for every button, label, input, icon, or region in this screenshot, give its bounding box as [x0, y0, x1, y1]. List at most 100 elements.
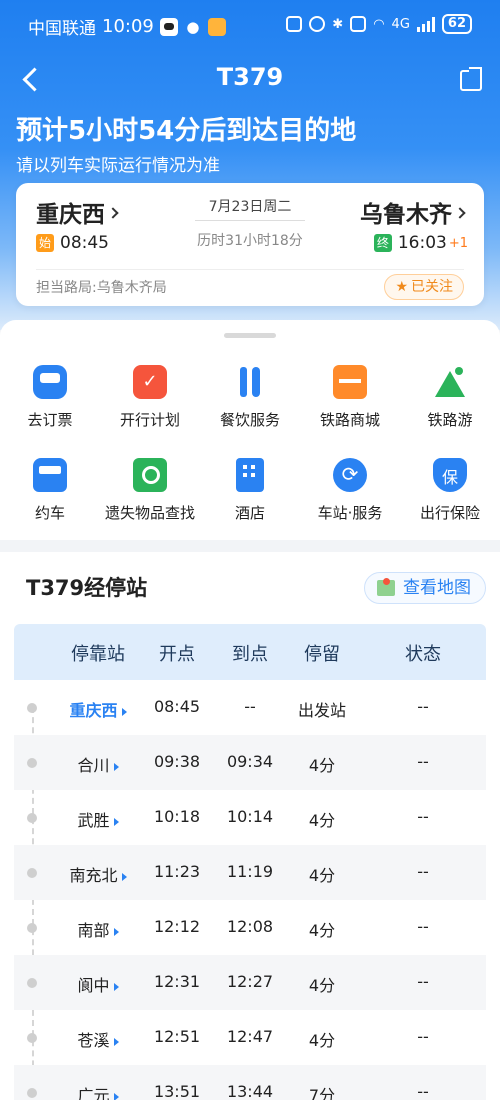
- service-insurance[interactable]: 出行保险: [400, 458, 500, 523]
- qq-icon: ●: [186, 17, 200, 36]
- alarm-icon: [309, 16, 326, 32]
- stop-status: --: [417, 917, 429, 936]
- destination-station-link[interactable]: 乌鲁木齐: [360, 195, 466, 229]
- follow-button[interactable]: ★ 已关注: [384, 274, 464, 300]
- drag-handle[interactable]: [224, 333, 276, 338]
- column-header-status: 状态: [405, 644, 441, 665]
- station-name-link[interactable]: 南充北: [54, 862, 142, 886]
- stay-duration: 4分: [308, 921, 336, 940]
- service-panel: 去订票 开行计划 餐饮服务 铁路商城 铁路游 约车 遗失物品查找 酒店 车站·服…: [0, 320, 500, 540]
- service-rail-tour[interactable]: 铁路游: [400, 365, 500, 430]
- service-label: 餐饮服务: [219, 411, 280, 429]
- station-name-link[interactable]: 重庆西: [54, 697, 142, 721]
- stop-status: --: [417, 972, 429, 991]
- table-row[interactable]: 苍溪 12:51 12:47 4分 --: [14, 1010, 486, 1065]
- railway-bureau: 担当路局:乌鲁木齐局: [36, 280, 167, 296]
- service-schedule[interactable]: 开行计划: [100, 365, 200, 430]
- table-row[interactable]: 阆中 12:31 12:27 4分 --: [14, 955, 486, 1010]
- stay-duration: 4分: [308, 976, 336, 995]
- view-map-button[interactable]: 查看地图: [364, 572, 486, 604]
- service-hotel[interactable]: 酒店: [200, 458, 300, 523]
- service-label: 铁路商城: [319, 411, 380, 429]
- battery-indicator: 62: [441, 14, 472, 34]
- stay-duration: 4分: [308, 811, 336, 830]
- calendar-icon: [133, 365, 167, 399]
- column-header-arrive: 到点: [232, 644, 268, 665]
- service-lost-found[interactable]: 遗失物品查找: [100, 458, 200, 523]
- stay-duration: 4分: [308, 756, 336, 775]
- departure-time: 08:45: [60, 233, 109, 253]
- station-name: 南部: [77, 921, 110, 940]
- depart-time: 12:51: [153, 1027, 201, 1046]
- arrive-time: 10:14: [226, 807, 274, 826]
- arrival-day-offset: +1: [448, 235, 468, 251]
- timeline-dot: [27, 923, 37, 933]
- stay-duration: 出发站: [297, 701, 346, 720]
- column-header-station: 停靠站: [71, 644, 125, 665]
- stay-duration: 4分: [308, 866, 336, 885]
- arrive-time: --: [244, 697, 256, 716]
- station-name-link[interactable]: 广元: [54, 1082, 142, 1100]
- table-row[interactable]: 广元 13:51 13:44 7分 --: [14, 1065, 486, 1100]
- stops-section: T379经停站 查看地图 停靠站 开点 到点 停留 状态 重庆西 08:45 -…: [0, 552, 500, 1100]
- stop-status: --: [417, 1082, 429, 1100]
- service-book-ticket[interactable]: 去订票: [0, 365, 100, 430]
- hotel-icon: [236, 458, 264, 492]
- service-taxi[interactable]: 约车: [0, 458, 100, 523]
- stop-status: --: [417, 807, 429, 826]
- table-row[interactable]: 合川 09:38 09:34 4分 --: [14, 735, 486, 790]
- depart-time: 13:51: [153, 1082, 201, 1100]
- arrive-time: 13:44: [226, 1082, 274, 1100]
- depart-time: 09:38: [153, 752, 201, 771]
- station-service-icon: [333, 458, 367, 492]
- service-label: 开行计划: [119, 411, 180, 429]
- service-station[interactable]: 车站·服务: [300, 458, 400, 523]
- departure-info: 始 08:45: [36, 233, 109, 253]
- timeline-dot: [27, 1088, 37, 1098]
- clock: 10:09: [102, 16, 154, 37]
- timeline-dot: [27, 1033, 37, 1043]
- station-name: 广元: [77, 1086, 110, 1100]
- station-name-link[interactable]: 南部: [54, 917, 142, 941]
- nfc-icon: [286, 16, 303, 32]
- carrier-name: 中国联通: [28, 19, 96, 39]
- service-dining[interactable]: 餐饮服务: [200, 365, 300, 430]
- station-name-link[interactable]: 武胜: [54, 807, 142, 831]
- stay-duration: 4分: [308, 1031, 336, 1050]
- network-type: 4G: [391, 16, 410, 32]
- triangle-right-icon: [113, 982, 119, 991]
- depart-time: 11:23: [153, 862, 201, 881]
- column-header-stay: 停留: [304, 644, 340, 665]
- dining-icon: [233, 365, 267, 399]
- station-name-link[interactable]: 阆中: [54, 972, 142, 996]
- station-name-link[interactable]: 合川: [54, 752, 142, 776]
- duration-divider: [195, 220, 305, 221]
- arrive-time: 11:19: [226, 862, 274, 881]
- table-row[interactable]: 南部 12:12 12:08 4分 --: [14, 900, 486, 955]
- service-label: 去订票: [27, 411, 73, 429]
- lost-found-icon: [133, 458, 167, 492]
- table-row[interactable]: 重庆西 08:45 -- 出发站 --: [14, 680, 486, 735]
- stop-status: --: [417, 697, 429, 716]
- notification-app-icon: [207, 17, 226, 36]
- service-shop[interactable]: 铁路商城: [300, 365, 400, 430]
- table-row[interactable]: 南充北 11:23 11:19 4分 --: [14, 845, 486, 900]
- stop-status: --: [417, 752, 429, 771]
- eta-note: 请以列车实际运行情况为准: [16, 156, 220, 176]
- timeline-dot: [27, 813, 37, 823]
- arrive-time: 12:47: [226, 1027, 274, 1046]
- station-name-link[interactable]: 苍溪: [54, 1027, 142, 1051]
- service-label: 铁路游: [427, 411, 473, 429]
- stops-title: T379经停站: [26, 576, 148, 600]
- arrive-time: 12:08: [226, 917, 274, 936]
- triangle-right-icon: [121, 707, 127, 716]
- table-row[interactable]: 武胜 10:18 10:14 4分 --: [14, 790, 486, 845]
- triangle-right-icon: [113, 927, 119, 936]
- service-label: 遗失物品查找: [104, 504, 195, 522]
- triangle-right-icon: [113, 762, 119, 771]
- share-button[interactable]: [454, 63, 484, 93]
- triangle-right-icon: [113, 1037, 119, 1046]
- divider: [36, 269, 464, 270]
- service-label: 车站·服务: [317, 504, 383, 522]
- station-name: 武胜: [77, 811, 110, 830]
